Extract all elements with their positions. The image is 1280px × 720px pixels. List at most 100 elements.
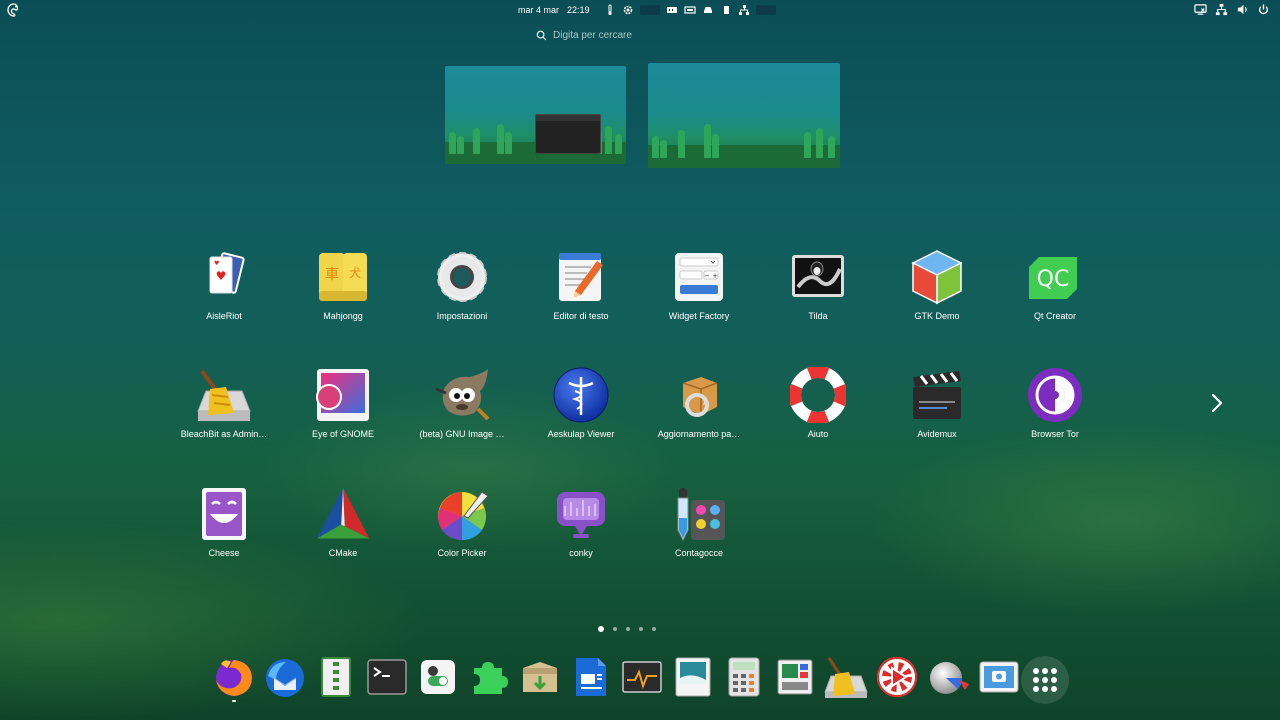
app-mahjongg[interactable]: 車 犬 Mahjongg <box>293 249 393 339</box>
network-wired-icon[interactable] <box>1215 1 1228 20</box>
search-input[interactable] <box>553 29 713 41</box>
workspace-thumbnail[interactable] <box>445 66 626 164</box>
time-label[interactable]: 22:19 <box>567 5 590 15</box>
network-usage-graph <box>755 5 776 15</box>
system-tray[interactable] <box>1194 3 1270 17</box>
app-gtk-demo[interactable]: GTK Demo <box>887 249 987 339</box>
cmake-icon <box>315 486 371 542</box>
app-aiuto[interactable]: Aiuto <box>768 366 868 457</box>
bleachbit-icon[interactable] <box>823 654 869 700</box>
app-eye-of-gnome[interactable]: Eye of GNOME <box>293 367 393 457</box>
page-dot[interactable] <box>652 627 656 631</box>
app-label: Contagocce <box>674 548 724 558</box>
memory-icon[interactable] <box>666 4 678 16</box>
swap-icon[interactable] <box>683 4 696 16</box>
app-conky[interactable]: conky <box>531 486 631 576</box>
clock-area[interactable]: mar 4 mar 22:19 <box>518 0 776 20</box>
extensions-icon[interactable] <box>466 654 512 700</box>
app-label: Color Picker <box>437 548 487 558</box>
app-qt-creator[interactable]: QC Qt Creator <box>1005 249 1105 339</box>
date-label[interactable]: mar 4 mar <box>518 5 559 15</box>
svg-text:犬: 犬 <box>349 266 361 280</box>
screen-share-icon[interactable] <box>1194 1 1207 20</box>
system-monitor-icon[interactable] <box>619 654 665 700</box>
app-editor-di-testo[interactable]: Editor di testo <box>531 249 631 339</box>
mahjongg-icon: 車 犬 <box>315 249 371 305</box>
power-icon[interactable] <box>1257 1 1270 20</box>
eyedropper-icon <box>671 486 727 542</box>
temperature-icon[interactable] <box>604 4 616 16</box>
app-bleachbit-admin[interactable]: BleachBit as Admin… <box>174 367 274 457</box>
tor-browser-icon <box>1027 367 1083 423</box>
app-gimp[interactable]: (beta) GNU Image … <box>412 367 512 457</box>
app-aggiornamento-pacchetti[interactable]: Aggiornamento pa… <box>649 367 749 457</box>
hardware-info-icon[interactable] <box>772 654 818 700</box>
svg-text:QC: QC <box>1037 267 1070 292</box>
cards-icon: ♥ ♥ <box>196 249 252 305</box>
bleachbit-icon <box>196 367 252 423</box>
app-widget-factory[interactable]: − + Widget Factory <box>649 249 749 339</box>
app-avidemux[interactable]: Avidemux <box>887 367 987 457</box>
app-label: conky <box>569 548 593 558</box>
app-contagocce[interactable]: Contagocce <box>649 486 749 576</box>
qt-creator-icon: QC <box>1027 249 1083 305</box>
tilda-icon <box>790 249 846 305</box>
svg-text:車: 車 <box>325 266 339 283</box>
libreoffice-writer-icon[interactable] <box>568 654 614 700</box>
app-aeskulap-viewer[interactable]: Aeskulap Viewer <box>531 367 631 457</box>
app-browser-tor[interactable]: Browser Tor <box>1005 367 1105 457</box>
app-label: Tilda <box>808 311 828 321</box>
app-impostazioni[interactable]: Impostazioni <box>412 249 512 339</box>
activities-icon[interactable] <box>6 2 22 18</box>
app-label: Aggiornamento pa… <box>657 429 741 439</box>
terminal-icon[interactable] <box>364 654 410 700</box>
page-dot[interactable] <box>626 627 630 631</box>
disk-icon[interactable] <box>702 4 714 16</box>
software-install-icon[interactable] <box>517 654 563 700</box>
conky-icon <box>553 486 609 542</box>
app-label: (beta) GNU Image … <box>419 429 505 439</box>
app-label: Eye of GNOME <box>311 429 374 439</box>
app-label: Qt Creator <box>1033 311 1076 321</box>
app-cheese[interactable]: Cheese <box>174 486 274 576</box>
text-editor-icon <box>553 249 609 305</box>
app-label: BleachBit as Admin… <box>180 429 268 439</box>
workspace-thumbnail[interactable] <box>648 63 840 168</box>
screenshot-icon[interactable] <box>976 654 1022 700</box>
gnome-tweaks-icon[interactable] <box>415 654 461 700</box>
image-viewer-icon[interactable] <box>670 654 716 700</box>
page-dot[interactable] <box>639 627 643 631</box>
window-preview[interactable] <box>535 114 601 154</box>
app-label: Widget Factory <box>668 311 730 321</box>
app-cmake[interactable]: CMake <box>293 486 393 576</box>
volume-icon[interactable] <box>1236 1 1249 20</box>
search-bar[interactable] <box>536 27 736 43</box>
app-label: Cheese <box>208 548 240 558</box>
app-color-picker[interactable]: Color Picker <box>412 486 512 576</box>
next-page-chevron-icon[interactable] <box>1206 392 1228 414</box>
app-aisleriot[interactable]: ♥ ♥ AisleRiot <box>174 249 274 339</box>
app-tilda[interactable]: Tilda <box>768 249 868 339</box>
file-roller-icon[interactable] <box>313 654 359 700</box>
app-label: Avidemux <box>917 429 957 439</box>
video-player-icon[interactable] <box>874 654 920 700</box>
calculator-icon[interactable] <box>721 654 767 700</box>
svg-text:♥: ♥ <box>216 269 227 283</box>
disk-usage-icon[interactable] <box>925 654 971 700</box>
page-dot[interactable] <box>613 627 617 631</box>
firefox-icon[interactable] <box>211 654 257 700</box>
top-bar: mar 4 mar 22:19 <box>0 0 1280 20</box>
svg-text:− +: − + <box>704 272 718 280</box>
app-label: Aeskulap Viewer <box>547 429 615 439</box>
page-dot[interactable] <box>598 626 604 632</box>
network-monitor-icon[interactable] <box>738 4 750 16</box>
cpu-usage-graph <box>639 5 660 15</box>
app-label: GTK Demo <box>914 311 960 321</box>
cpu-gear-icon[interactable] <box>622 4 634 16</box>
svg-text:♥: ♥ <box>214 260 219 267</box>
show-apps-icon[interactable] <box>1021 656 1069 704</box>
search-icon <box>536 26 547 45</box>
thunderbird-icon[interactable] <box>262 654 308 700</box>
gimp-icon <box>434 367 490 423</box>
battery-icon[interactable] <box>720 4 732 16</box>
